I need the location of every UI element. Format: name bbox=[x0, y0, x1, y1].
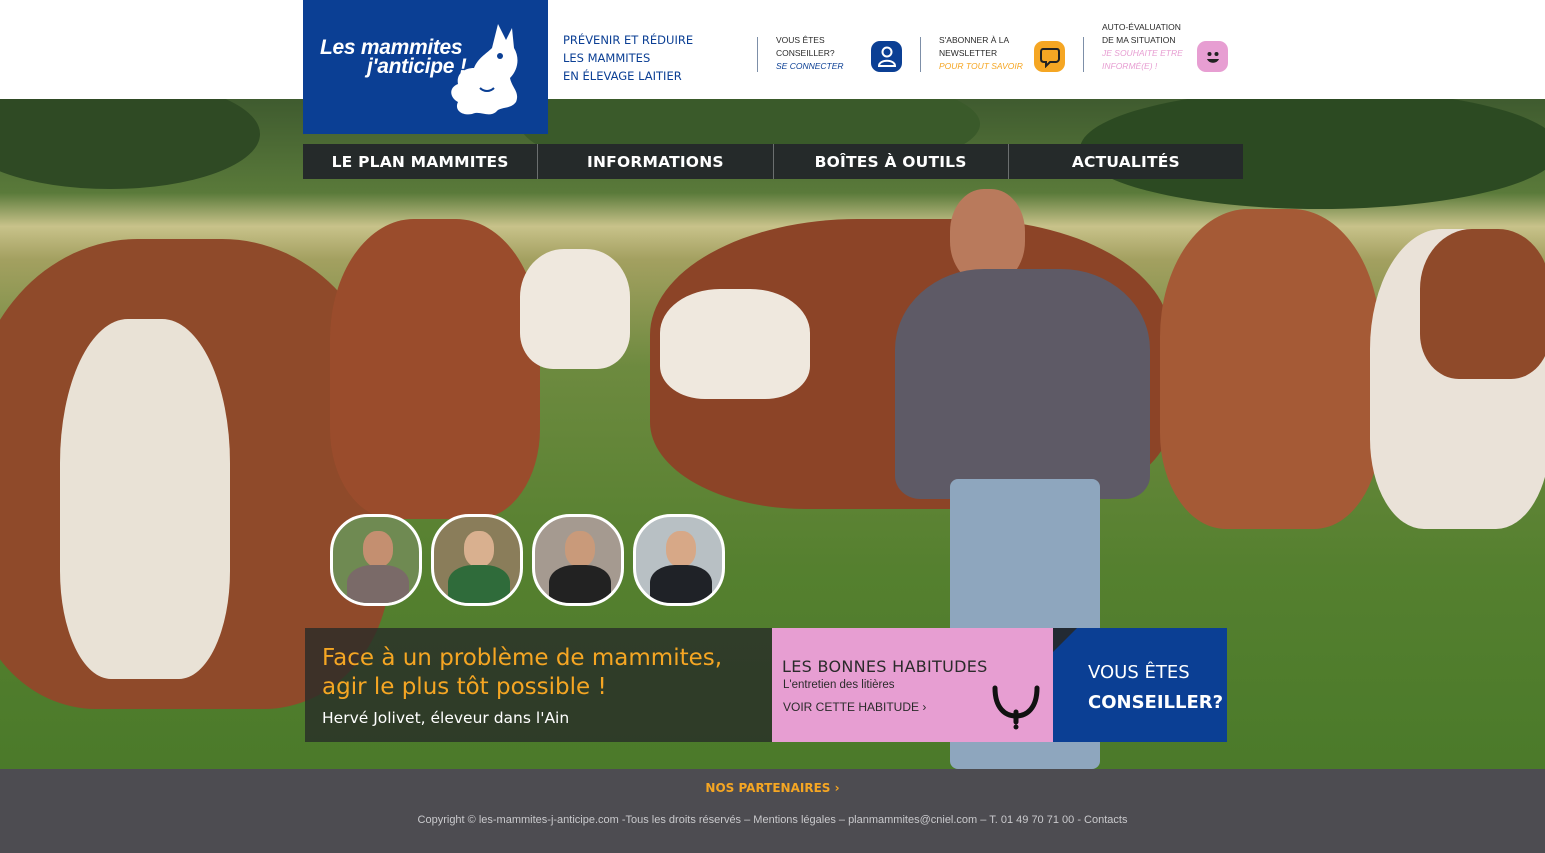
nav-item-news[interactable]: ACTUALITÉS bbox=[1009, 144, 1243, 179]
self-eval-action[interactable]: JE SOUHAITE ETRE bbox=[1102, 47, 1183, 60]
header-divider bbox=[920, 37, 921, 72]
main-navigation: LE PLAN MAMMITES INFORMATIONS BOÎTES À O… bbox=[303, 144, 1243, 179]
tagline: PRÉVENIR ET RÉDUIRE LES MAMMITES EN ÉLEV… bbox=[563, 31, 713, 85]
speech-bubble-icon[interactable] bbox=[1034, 41, 1065, 72]
tagline-line-1: PRÉVENIR ET RÉDUIRE bbox=[563, 33, 694, 47]
footer: NOS PARTENAIRES › Copyright © les-mammit… bbox=[0, 769, 1545, 853]
partners-link[interactable]: NOS PARTENAIRES › bbox=[0, 781, 1545, 795]
tagline-line-3: EN ÉLEVAGE LAITIER bbox=[563, 69, 682, 83]
testimonial-quote: Face à un problème de mammites, agir le … bbox=[322, 645, 723, 700]
nav-item-toolboxes[interactable]: BOÎTES À OUTILS bbox=[774, 144, 1009, 179]
self-eval-line-1: AUTO-ÉVALUATION bbox=[1102, 22, 1181, 32]
header-bar bbox=[0, 0, 1545, 99]
good-habits-link-label: VOIR CETTE HABITUDE bbox=[783, 700, 920, 714]
newsletter-action[interactable]: POUR TOUT SAVOIR bbox=[939, 60, 1023, 73]
good-habits-title: LES BONNES HABITUDES bbox=[782, 657, 988, 676]
testimonial-thumbnail[interactable] bbox=[532, 514, 624, 606]
newsletter-line-1: S'ABONNER À LA bbox=[939, 35, 1010, 45]
self-evaluation-block[interactable]: AUTO-ÉVALUATION DE MA SITUATION JE SOUHA… bbox=[1102, 21, 1183, 73]
advisor-login-block[interactable]: VOUS ÊTES CONSEILLER? SE CONNECTER bbox=[776, 34, 844, 73]
newsletter-block[interactable]: S'ABONNER À LA NEWSLETTER POUR TOUT SAVO… bbox=[939, 34, 1023, 73]
tagline-line-2: LES MAMMITES bbox=[563, 51, 651, 65]
advisor-login-action[interactable]: SE CONNECTER bbox=[776, 60, 844, 73]
good-habits-link[interactable]: VOIR CETTE HABITUDE › bbox=[783, 700, 926, 714]
chevron-right-icon: › bbox=[834, 781, 840, 795]
nav-item-plan-mammites[interactable]: LE PLAN MAMMITES bbox=[303, 144, 539, 179]
testimonial-quote-box[interactable]: Face à un problème de mammites, agir le … bbox=[305, 628, 772, 742]
good-habits-box[interactable]: LES BONNES HABITUDES L'entretien des lit… bbox=[772, 628, 1053, 742]
header-divider bbox=[1083, 37, 1084, 72]
nav-item-informations[interactable]: INFORMATIONS bbox=[538, 144, 774, 179]
newsletter-line-2: NEWSLETTER bbox=[939, 48, 998, 58]
advisor-login-line-1: VOUS ÊTES bbox=[776, 35, 825, 45]
header-divider bbox=[757, 37, 758, 72]
user-icon[interactable] bbox=[871, 41, 902, 72]
advisor-box[interactable]: VOUS ÊTES CONSEILLER? bbox=[1053, 628, 1227, 742]
testimonial-thumbnail[interactable] bbox=[633, 514, 725, 606]
chevron-right-icon: › bbox=[922, 700, 927, 714]
testimonial-thumbnail[interactable] bbox=[431, 514, 523, 606]
advisor-login-line-2: CONSEILLER? bbox=[776, 48, 835, 58]
partners-label: NOS PARTENAIRES bbox=[705, 781, 831, 795]
self-eval-line-2: DE MA SITUATION bbox=[1102, 35, 1176, 45]
testimonial-author: Hervé Jolivet, éleveur dans l'Ain bbox=[322, 709, 570, 727]
good-habits-subtitle: L'entretien des litières bbox=[783, 679, 895, 691]
testimonial-thumbnails bbox=[330, 514, 725, 606]
copyright-text: Copyright © les-mammites-j-anticipe.com … bbox=[417, 814, 1128, 826]
corner-fold bbox=[1053, 628, 1077, 652]
cow-head-logo-icon bbox=[451, 24, 518, 115]
advisor-box-line-2: CONSEILLER? bbox=[1088, 692, 1224, 713]
advisor-box-line-1: VOUS ÊTES bbox=[1088, 662, 1190, 683]
udder-drop-icon bbox=[992, 685, 1040, 730]
site-logo[interactable]: Les mammites j'anticipe ! bbox=[303, 0, 548, 134]
self-eval-action-2[interactable]: INFORMÉ(E) ! bbox=[1102, 60, 1183, 73]
smiley-icon[interactable] bbox=[1197, 41, 1228, 72]
testimonial-thumbnail[interactable] bbox=[330, 514, 422, 606]
